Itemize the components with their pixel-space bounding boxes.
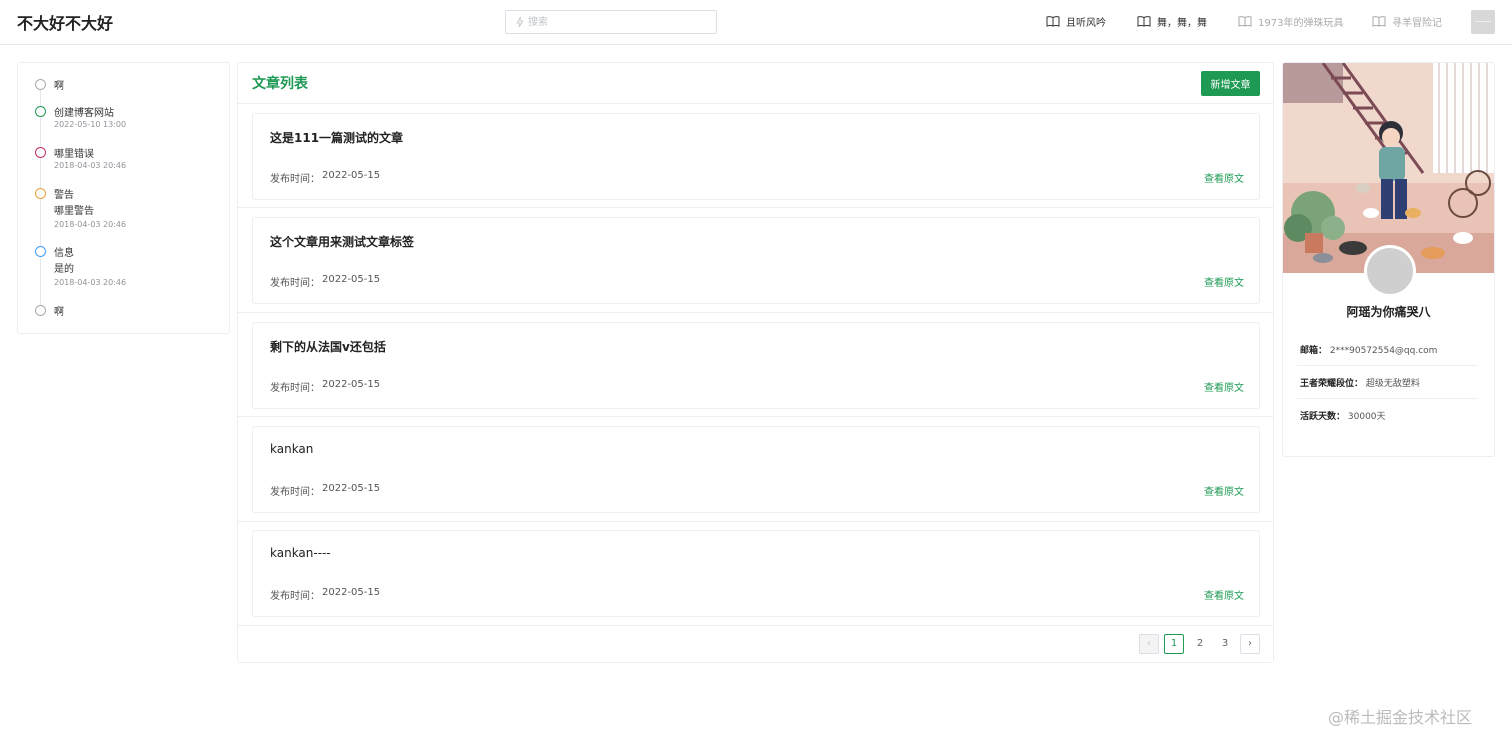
info-row-rank: 王者荣耀段位： 超级无敌塑料 xyxy=(1300,376,1476,389)
divider xyxy=(238,103,1273,104)
divider xyxy=(238,416,1273,417)
timeline-time: 2018-04-03 20:46 xyxy=(54,220,127,229)
article-card[interactable]: kankan 发布时间： 2022-05-15 查看原文 xyxy=(252,426,1260,513)
info-key: 邮箱： xyxy=(1300,346,1328,356)
article-card[interactable]: 这个文章用来测试文章标签 发布时间： 2022-05-15 查看原文 xyxy=(252,217,1260,304)
article-card[interactable]: kankan---- 发布时间： 2022-05-15 查看原文 xyxy=(252,530,1260,617)
view-original-link[interactable]: 查看原文 xyxy=(1204,170,1244,185)
pagination: ‹ 1 2 3 › xyxy=(238,634,1273,654)
info-row-email: 邮箱： 2***90572554@qq.com xyxy=(1300,343,1476,356)
book-icon xyxy=(1372,16,1386,27)
timeline-dot xyxy=(35,188,46,199)
prev-page-button[interactable]: ‹ xyxy=(1139,634,1159,654)
article-date: 2022-05-15 xyxy=(322,274,381,285)
divider xyxy=(238,207,1273,208)
timeline-card: 啊 创建博客网站 2022-05-10 13:00 哪里错误 2018-04-0… xyxy=(17,62,230,334)
timeline-title: 创建博客网站 xyxy=(54,108,114,119)
timeline-subtitle: 是的 xyxy=(54,264,74,275)
timeline-dot xyxy=(35,305,46,316)
timeline-dot xyxy=(35,246,46,257)
info-key: 活跃天数： xyxy=(1300,412,1346,422)
timeline-time: 2018-04-03 20:46 xyxy=(54,278,127,287)
view-original-link[interactable]: 查看原文 xyxy=(1204,274,1244,289)
profile-avatar[interactable] xyxy=(1364,245,1416,297)
article-title[interactable]: 这个文章用来测试文章标签 xyxy=(270,233,414,250)
article-title[interactable]: 这是111一篇测试的文章 xyxy=(270,129,403,146)
search-box[interactable] xyxy=(505,10,717,34)
article-title[interactable]: kankan---- xyxy=(270,546,331,560)
article-list-title: 文章列表 xyxy=(252,76,308,92)
book-icon xyxy=(1137,16,1151,27)
book-icon xyxy=(1046,16,1060,27)
nav-item-4[interactable]: 寻羊冒险记 xyxy=(1372,13,1442,29)
timeline-title: 哪里错误 xyxy=(54,149,94,160)
watermark: @稀土掘金技术社区 xyxy=(1328,708,1473,727)
book-icon xyxy=(1238,16,1252,27)
search-icon xyxy=(516,16,524,28)
nav-item-3[interactable]: 1973年的弹珠玩具 xyxy=(1238,13,1343,29)
view-original-link[interactable]: 查看原文 xyxy=(1204,483,1244,498)
page-1-button[interactable]: 1 xyxy=(1164,634,1184,654)
article-title[interactable]: kankan xyxy=(270,442,313,456)
info-value: 超级无敌塑料 xyxy=(1365,379,1420,389)
view-original-link[interactable]: 查看原文 xyxy=(1204,379,1244,394)
article-card[interactable]: 这是111一篇测试的文章 发布时间： 2022-05-15 查看原文 xyxy=(252,113,1260,200)
page-2-button[interactable]: 2 xyxy=(1190,634,1210,654)
article-date: 2022-05-15 xyxy=(322,379,381,390)
article-list-card: 文章列表 新增文章 这是111一篇测试的文章 发布时间： 2022-05-15 … xyxy=(237,62,1274,663)
timeline-time: 2018-04-03 20:46 xyxy=(54,161,127,170)
nav-label: 寻羊冒险记 xyxy=(1392,17,1442,29)
article-date-label: 发布时间： xyxy=(270,487,320,498)
user-avatar[interactable] xyxy=(1471,10,1495,34)
article-date: 2022-05-15 xyxy=(322,170,381,181)
article-date-label: 发布时间： xyxy=(270,174,320,185)
article-title[interactable]: 剩下的从法国v还包括 xyxy=(270,338,386,355)
timeline-time: 2022-05-10 13:00 xyxy=(54,120,127,129)
divider xyxy=(1297,398,1477,399)
nav-label: 舞，舞，舞 xyxy=(1157,17,1207,29)
next-page-button[interactable]: › xyxy=(1240,634,1260,654)
timeline-subtitle: 哪里警告 xyxy=(54,206,94,217)
divider xyxy=(238,521,1273,522)
article-date: 2022-05-15 xyxy=(322,483,381,494)
article-date: 2022-05-15 xyxy=(322,587,381,598)
top-header: 不大好不大好 且听风吟 舞，舞，舞 1973年的弹珠玩具 寻羊冒险记 xyxy=(0,0,1512,45)
info-row-active-days: 活跃天数： 30000天 xyxy=(1300,409,1476,422)
nav-item-2[interactable]: 舞，舞，舞 xyxy=(1137,13,1207,29)
article-card[interactable]: 剩下的从法国v还包括 发布时间： 2022-05-15 查看原文 xyxy=(252,322,1260,409)
nav-item-1[interactable]: 且听风吟 xyxy=(1046,13,1106,29)
nav-label: 且听风吟 xyxy=(1066,17,1106,29)
view-original-link[interactable]: 查看原文 xyxy=(1204,587,1244,602)
timeline-title: 啊 xyxy=(54,307,64,318)
divider xyxy=(1297,365,1477,366)
info-key: 王者荣耀段位： xyxy=(1300,379,1364,389)
info-value: 2***90572554@qq.com xyxy=(1329,346,1438,356)
divider xyxy=(238,625,1273,626)
timeline-title: 啊 xyxy=(54,81,64,92)
add-article-button[interactable]: 新增文章 xyxy=(1201,71,1260,96)
profile-card: 阿瑶为你痛哭八 邮箱： 2***90572554@qq.com 王者荣耀段位： … xyxy=(1282,62,1495,457)
article-date-label: 发布时间： xyxy=(270,383,320,394)
divider xyxy=(238,312,1273,313)
timeline-dot xyxy=(35,106,46,117)
info-value: 30000天 xyxy=(1347,412,1386,422)
timeline-title: 警告 xyxy=(54,190,74,201)
cover-illustration xyxy=(1283,63,1494,273)
site-title[interactable]: 不大好不大好 xyxy=(17,10,113,34)
page-3-button[interactable]: 3 xyxy=(1215,634,1235,654)
search-input[interactable] xyxy=(528,13,714,31)
timeline-dot xyxy=(35,79,46,90)
nav-label: 1973年的弹珠玩具 xyxy=(1258,17,1344,29)
profile-name: 阿瑶为你痛哭八 xyxy=(1346,305,1431,319)
article-date-label: 发布时间： xyxy=(270,591,320,602)
article-date-label: 发布时间： xyxy=(270,278,320,289)
timeline-title: 信息 xyxy=(54,248,74,259)
timeline-dot xyxy=(35,147,46,158)
cover-image xyxy=(1283,63,1494,273)
